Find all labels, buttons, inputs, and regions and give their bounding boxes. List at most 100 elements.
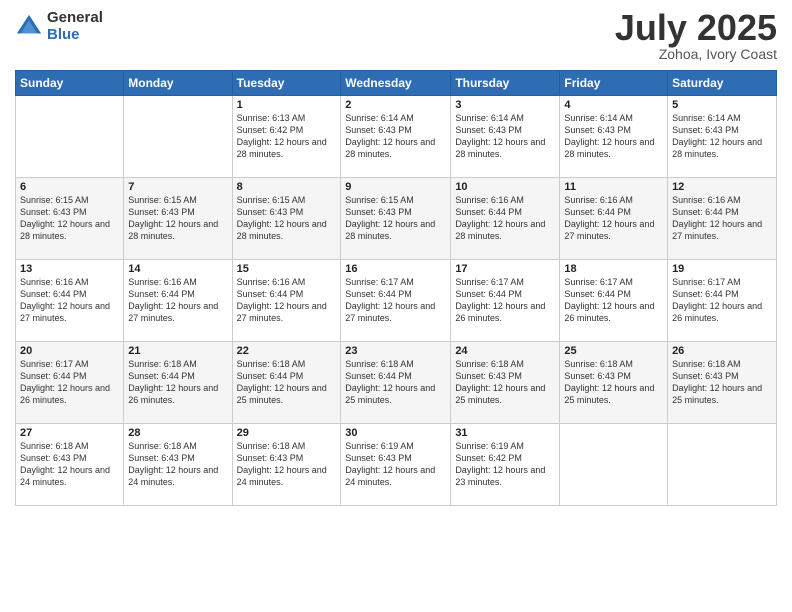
day-info: Sunrise: 6:18 AMSunset: 6:43 PMDaylight:… (237, 440, 337, 489)
logo-icon (15, 13, 43, 41)
calendar-cell: 26Sunrise: 6:18 AMSunset: 6:43 PMDayligh… (668, 342, 777, 424)
calendar-cell: 20Sunrise: 6:17 AMSunset: 6:44 PMDayligh… (16, 342, 124, 424)
calendar-cell: 13Sunrise: 6:16 AMSunset: 6:44 PMDayligh… (16, 260, 124, 342)
calendar-cell: 28Sunrise: 6:18 AMSunset: 6:43 PMDayligh… (124, 424, 232, 506)
calendar-header-tuesday: Tuesday (232, 71, 341, 96)
logo-general: General (47, 10, 103, 27)
logo-blue: Blue (47, 27, 103, 44)
day-info: Sunrise: 6:16 AMSunset: 6:44 PMDaylight:… (455, 194, 555, 243)
page: General Blue July 2025 Zohoa, Ivory Coas… (0, 0, 792, 612)
day-number: 25 (564, 345, 663, 357)
day-number: 15 (237, 263, 337, 275)
day-info: Sunrise: 6:19 AMSunset: 6:42 PMDaylight:… (455, 440, 555, 489)
calendar-cell: 5Sunrise: 6:14 AMSunset: 6:43 PMDaylight… (668, 96, 777, 178)
title-block: July 2025 Zohoa, Ivory Coast (615, 10, 777, 62)
calendar-week-3: 13 Sunrise: 6:16 AMSunset: 6:44 PMDayligh… (16, 260, 777, 342)
calendar-cell: 7Sunrise: 6:15 AMSunset: 6:43 PMDaylight… (124, 178, 232, 260)
day-number: 12 (672, 181, 772, 193)
calendar-cell: 15Sunrise: 6:16 AMSunset: 6:44 PMDayligh… (232, 260, 341, 342)
calendar-week-4: 20Sunrise: 6:17 AMSunset: 6:44 PMDayligh… (16, 342, 777, 424)
day-number: 20 (20, 345, 119, 357)
day-info: Sunrise: 6:14 AMSunset: 6:43 PMDaylight:… (564, 112, 663, 161)
calendar-cell: 25Sunrise: 6:18 AMSunset: 6:43 PMDayligh… (560, 342, 668, 424)
calendar-cell: 17Sunrise: 6:17 AMSunset: 6:44 PMDayligh… (451, 260, 560, 342)
calendar-cell: 27Sunrise: 6:18 AMSunset: 6:43 PMDayligh… (16, 424, 124, 506)
calendar-cell: 24Sunrise: 6:18 AMSunset: 6:43 PMDayligh… (451, 342, 560, 424)
day-info: Sunrise: 6:18 AMSunset: 6:44 PMDaylight:… (237, 358, 337, 407)
day-number: 3 (455, 99, 555, 111)
header: General Blue July 2025 Zohoa, Ivory Coas… (15, 10, 777, 62)
title-location: Zohoa, Ivory Coast (615, 46, 777, 62)
calendar-header-saturday: Saturday (668, 71, 777, 96)
day-info: Sunrise: 6:17 AMSunset: 6:44 PMDaylight:… (455, 276, 555, 325)
day-info: Sunrise: 6:18 AMSunset: 6:43 PMDaylight:… (672, 358, 772, 407)
calendar-week-5: 27 Sunrise: 6:18 AMSunset: 6:43 PMDayligh… (16, 424, 777, 506)
day-info: Sunrise: 6:18 AMSunset: 6:43 PMDaylight:… (455, 358, 555, 407)
day-number: 16 (345, 263, 446, 275)
calendar-cell: 14Sunrise: 6:16 AMSunset: 6:44 PMDayligh… (124, 260, 232, 342)
day-number: 4 (564, 99, 663, 111)
calendar-cell: 10Sunrise: 6:16 AMSunset: 6:44 PMDayligh… (451, 178, 560, 260)
calendar-header-monday: Monday (124, 71, 232, 96)
day-number: 9 (345, 181, 446, 193)
day-number: 10 (455, 181, 555, 193)
day-info: Sunrise: 6:15 AMSunset: 6:43 PMDaylight:… (128, 194, 227, 243)
logo: General Blue (15, 10, 103, 43)
day-number: 22 (237, 345, 337, 357)
calendar-header-wednesday: Wednesday (341, 71, 451, 96)
calendar-week-1: 1Sunrise: 6:13 AMSunset: 6:42 PMDaylight… (16, 96, 777, 178)
day-number: 19 (672, 263, 772, 275)
calendar-header-friday: Friday (560, 71, 668, 96)
day-number: 27 (20, 427, 119, 439)
day-info: Sunrise: 6:14 AMSunset: 6:43 PMDaylight:… (345, 112, 446, 161)
calendar-cell: 12Sunrise: 6:16 AMSunset: 6:44 PMDayligh… (668, 178, 777, 260)
calendar-cell: 11Sunrise: 6:16 AMSunset: 6:44 PMDayligh… (560, 178, 668, 260)
day-number: 28 (128, 427, 227, 439)
day-info: Sunrise: 6:14 AMSunset: 6:43 PMDaylight:… (455, 112, 555, 161)
calendar-header-row: SundayMondayTuesdayWednesdayThursdayFrid… (16, 71, 777, 96)
calendar-cell (560, 424, 668, 506)
calendar-header-thursday: Thursday (451, 71, 560, 96)
day-number: 21 (128, 345, 227, 357)
day-info: Sunrise: 6:15 AMSunset: 6:43 PMDaylight:… (345, 194, 446, 243)
calendar-cell (124, 96, 232, 178)
day-number: 8 (237, 181, 337, 193)
day-number: 18 (564, 263, 663, 275)
day-info: Sunrise: 6:17 AMSunset: 6:44 PMDaylight:… (672, 276, 772, 325)
calendar-cell: 18Sunrise: 6:17 AMSunset: 6:44 PMDayligh… (560, 260, 668, 342)
day-info: Sunrise: 6:19 AMSunset: 6:43 PMDaylight:… (345, 440, 446, 489)
day-number: 30 (345, 427, 446, 439)
day-info: Sunrise: 6:18 AMSunset: 6:43 PMDaylight:… (128, 440, 227, 489)
calendar-cell: 16Sunrise: 6:17 AMSunset: 6:44 PMDayligh… (341, 260, 451, 342)
day-number: 2 (345, 99, 446, 111)
day-info: Sunrise: 6:15 AMSunset: 6:43 PMDaylight:… (20, 194, 119, 243)
day-number: 6 (20, 181, 119, 193)
day-info: Sunrise: 6:16 AMSunset: 6:44 PMDaylight:… (672, 194, 772, 243)
day-number: 1 (237, 99, 337, 111)
day-info: Sunrise: 6:18 AMSunset: 6:44 PMDaylight:… (128, 358, 227, 407)
day-info: Sunrise: 6:16 AMSunset: 6:44 PMDaylight:… (237, 276, 337, 325)
day-info: Sunrise: 6:15 AMSunset: 6:43 PMDaylight:… (237, 194, 337, 243)
day-number: 17 (455, 263, 555, 275)
calendar-cell: 3Sunrise: 6:14 AMSunset: 6:43 PMDaylight… (451, 96, 560, 178)
calendar-cell: 31Sunrise: 6:19 AMSunset: 6:42 PMDayligh… (451, 424, 560, 506)
calendar-week-2: 6Sunrise: 6:15 AMSunset: 6:43 PMDaylight… (16, 178, 777, 260)
calendar-cell: 30Sunrise: 6:19 AMSunset: 6:43 PMDayligh… (341, 424, 451, 506)
day-number: 13 (20, 263, 119, 275)
day-number: 31 (455, 427, 555, 439)
day-info: Sunrise: 6:13 AMSunset: 6:42 PMDaylight:… (237, 112, 337, 161)
calendar-cell: 4Sunrise: 6:14 AMSunset: 6:43 PMDaylight… (560, 96, 668, 178)
day-number: 5 (672, 99, 772, 111)
calendar-cell: 29Sunrise: 6:18 AMSunset: 6:43 PMDayligh… (232, 424, 341, 506)
calendar-cell (16, 96, 124, 178)
day-info: Sunrise: 6:16 AMSunset: 6:44 PMDaylight:… (564, 194, 663, 243)
title-month: July 2025 (615, 10, 777, 46)
day-number: 7 (128, 181, 227, 193)
calendar-cell: 2Sunrise: 6:14 AMSunset: 6:43 PMDaylight… (341, 96, 451, 178)
day-info: Sunrise: 6:18 AMSunset: 6:43 PMDaylight:… (564, 358, 663, 407)
day-number: 29 (237, 427, 337, 439)
day-number: 23 (345, 345, 446, 357)
calendar-header-sunday: Sunday (16, 71, 124, 96)
calendar-cell: 6Sunrise: 6:15 AMSunset: 6:43 PMDaylight… (16, 178, 124, 260)
day-info: Sunrise: 6:17 AMSunset: 6:44 PMDaylight:… (564, 276, 663, 325)
